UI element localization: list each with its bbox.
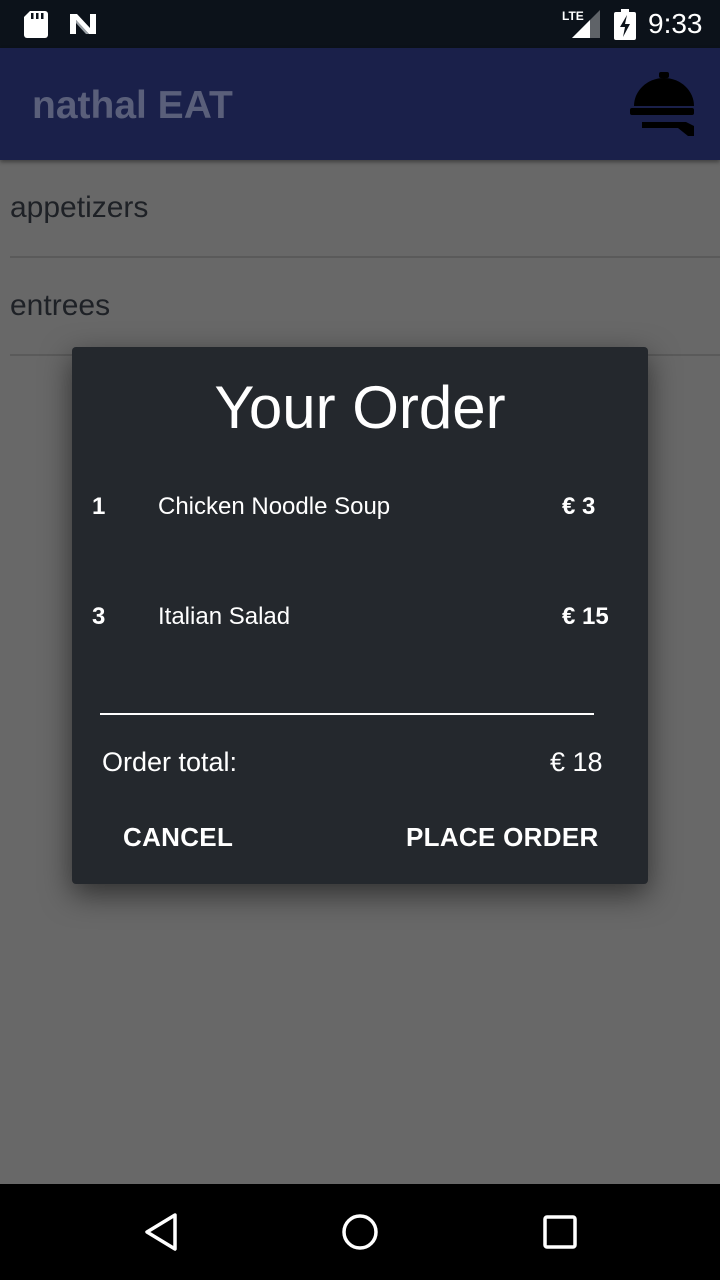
app-bar: nathal EAT — [0, 48, 720, 160]
back-icon[interactable] — [141, 1212, 181, 1252]
room-service-tray-icon[interactable] — [628, 70, 700, 140]
status-clock: 9:33 — [648, 8, 703, 39]
navigation-bar — [0, 1184, 720, 1280]
dialog-title: Your Order — [214, 374, 506, 441]
status-bar: LTE 9:33 — [0, 0, 720, 48]
order-dialog: Your Order 1 Chicken Noodle Soup € 3 3 I… — [72, 347, 648, 884]
order-total-value: € 18 — [550, 747, 603, 777]
battery-charging-icon — [614, 9, 636, 40]
order-item-name: Italian Salad — [158, 603, 291, 630]
order-item-quantity: 1 — [92, 493, 106, 520]
place-order-button[interactable]: PLACE ORDER — [406, 817, 599, 857]
order-total-label: Order total: — [102, 747, 238, 777]
order-item-price: € 15 — [562, 603, 609, 630]
lte-signal-icon: LTE — [562, 9, 600, 38]
app-title: nathal EAT — [32, 84, 233, 127]
cancel-button[interactable]: CANCEL — [123, 817, 233, 857]
order-item-quantity: 3 — [92, 603, 106, 630]
sd-card-icon — [24, 11, 48, 38]
total-divider — [100, 713, 594, 715]
svg-text:LTE: LTE — [562, 9, 584, 23]
recents-icon[interactable] — [540, 1212, 580, 1252]
android-n-icon — [70, 14, 96, 34]
order-item-name: Chicken Noodle Soup — [158, 493, 391, 520]
order-item-price: € 3 — [562, 493, 596, 520]
home-icon[interactable] — [340, 1212, 380, 1252]
